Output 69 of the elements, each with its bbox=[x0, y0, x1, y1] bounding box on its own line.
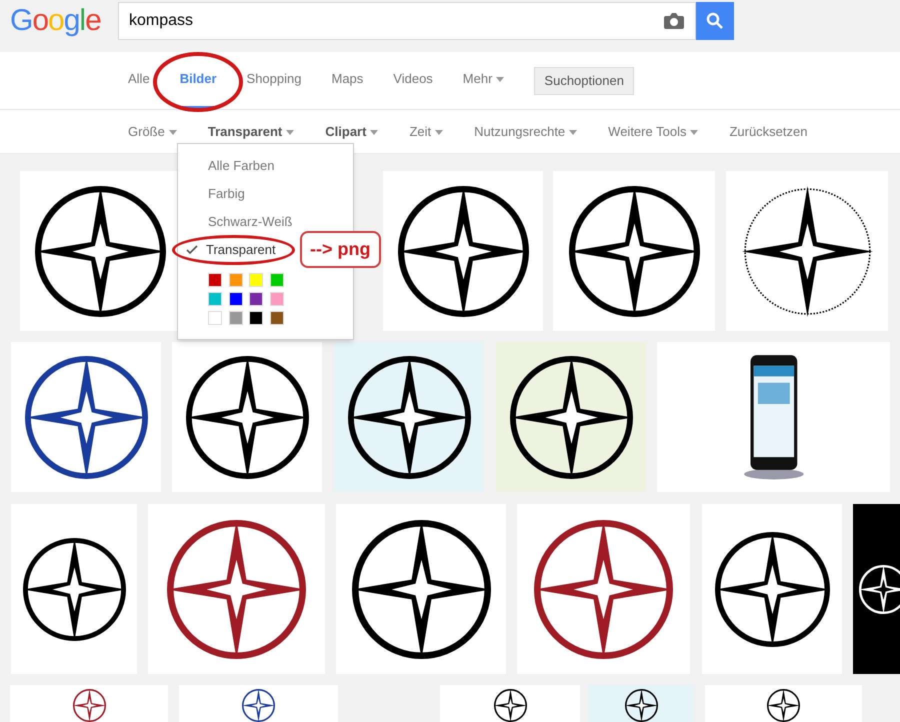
image-thumbnail[interactable] bbox=[853, 504, 900, 674]
image-thumbnail[interactable] bbox=[726, 171, 888, 331]
image-thumbnail[interactable] bbox=[11, 342, 161, 492]
image-thumbnail[interactable] bbox=[383, 171, 543, 331]
color-swatch[interactable] bbox=[270, 292, 284, 306]
color-swatch[interactable] bbox=[270, 273, 284, 287]
nav-tab[interactable]: Videos bbox=[393, 52, 433, 109]
tool-menu[interactable]: Weitere Tools bbox=[608, 122, 698, 142]
image-thumbnail[interactable] bbox=[11, 504, 137, 674]
compass-drawing bbox=[494, 688, 526, 722]
search-field[interactable]: kompass bbox=[118, 2, 696, 40]
caret-icon bbox=[435, 130, 444, 135]
image-thumbnail[interactable] bbox=[702, 504, 842, 674]
image-thumbnail[interactable] bbox=[334, 342, 484, 492]
color-swatch[interactable] bbox=[249, 311, 263, 325]
nav-tab[interactable]: Shopping bbox=[246, 52, 302, 109]
color-swatch[interactable] bbox=[249, 273, 263, 287]
color-swatch[interactable] bbox=[249, 292, 263, 306]
image-thumbnail[interactable] bbox=[148, 504, 325, 674]
tool-menu[interactable]: Zeit bbox=[409, 122, 444, 142]
tool-menu[interactable]: Größe bbox=[128, 122, 177, 142]
menu-item[interactable]: Transparent bbox=[206, 240, 276, 260]
color-swatch[interactable] bbox=[208, 311, 222, 325]
nav-tab[interactable]: Mehr bbox=[462, 52, 504, 109]
tool-menu[interactable]: Transparent bbox=[208, 122, 294, 142]
image-thumbnail[interactable] bbox=[705, 685, 862, 722]
search-button[interactable] bbox=[696, 2, 734, 40]
caret-icon bbox=[496, 76, 504, 82]
color-swatch[interactable] bbox=[208, 292, 222, 306]
search-icon bbox=[706, 12, 724, 30]
compass-drawing bbox=[858, 564, 900, 614]
callout-label: --> png bbox=[300, 231, 380, 268]
menu-item[interactable]: Farbig bbox=[208, 184, 245, 204]
image-thumbnail[interactable] bbox=[657, 342, 890, 492]
color-swatch[interactable] bbox=[228, 273, 242, 287]
image-thumbnail[interactable] bbox=[553, 171, 715, 331]
color-swatch[interactable] bbox=[208, 273, 222, 287]
check-icon bbox=[186, 245, 198, 255]
image-thumbnail[interactable] bbox=[10, 685, 168, 722]
nav-tab[interactable]: Maps bbox=[331, 52, 364, 109]
compass-drawing bbox=[624, 688, 658, 722]
logo[interactable]: Google bbox=[10, 3, 118, 39]
image-thumbnail[interactable] bbox=[588, 685, 694, 722]
image-thumbnail[interactable] bbox=[496, 342, 646, 492]
caret-icon bbox=[286, 130, 294, 135]
color-swatch[interactable] bbox=[228, 292, 242, 306]
nav-tab[interactable]: Alle bbox=[128, 52, 150, 109]
caret-icon bbox=[370, 130, 378, 135]
image-thumbnail[interactable] bbox=[440, 685, 580, 722]
menu-item[interactable]: Alle Farben bbox=[208, 156, 274, 176]
color-swatch[interactable] bbox=[270, 311, 284, 325]
tool-menu[interactable]: Zurücksetzen bbox=[729, 122, 808, 142]
caret-icon bbox=[569, 130, 578, 135]
image-thumbnail[interactable] bbox=[179, 685, 338, 722]
tool-menu[interactable]: Nutzungsrechte bbox=[474, 122, 578, 142]
compass-drawing bbox=[242, 688, 275, 722]
image-thumbnail[interactable] bbox=[20, 171, 180, 331]
tool-menu[interactable]: Clipart bbox=[325, 122, 378, 142]
compass-drawing bbox=[72, 688, 106, 722]
menu-item[interactable]: Schwarz-Weiß bbox=[208, 212, 292, 232]
compass-drawing bbox=[767, 688, 800, 722]
search-options-button[interactable]: Suchoptionen bbox=[534, 66, 634, 94]
image-thumbnail[interactable] bbox=[172, 342, 322, 492]
color-swatch[interactable] bbox=[228, 311, 242, 325]
camera-icon[interactable] bbox=[664, 13, 684, 29]
image-thumbnail[interactable] bbox=[336, 504, 506, 674]
caret-icon bbox=[168, 130, 177, 135]
image-thumbnail[interactable] bbox=[517, 504, 690, 674]
caret-icon bbox=[690, 130, 698, 135]
